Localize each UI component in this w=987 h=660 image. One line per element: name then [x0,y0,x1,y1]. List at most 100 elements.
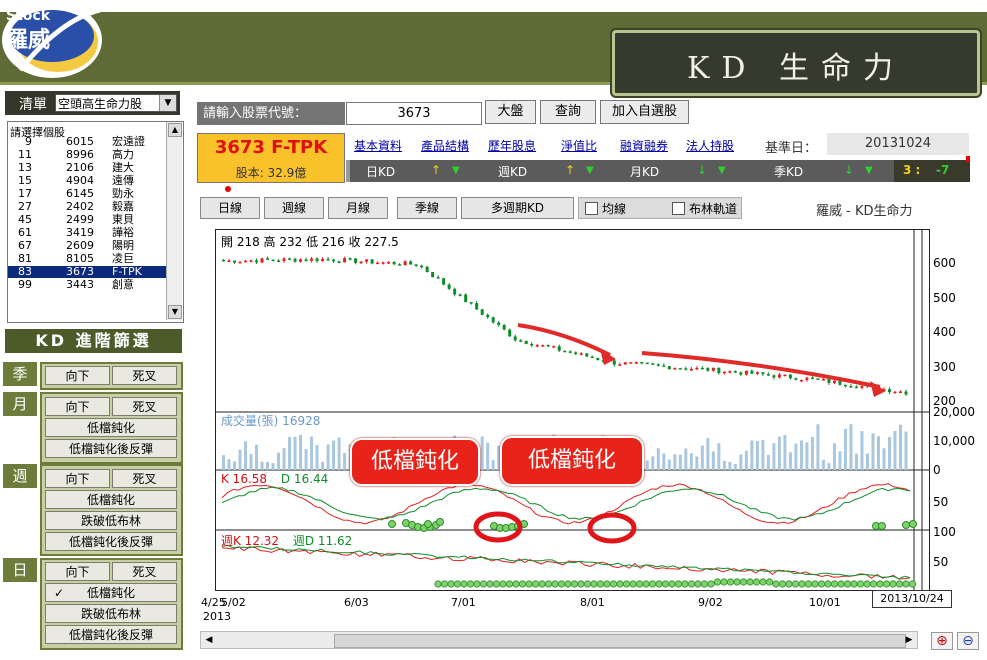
market-button[interactable]: 大盤 [485,100,536,124]
list-select[interactable]: 空頭高生命力股 ▼ [55,94,177,112]
day-down-button[interactable]: 向下 [45,562,110,581]
volume-bar [893,430,897,470]
volume-bar [244,441,248,470]
volume-tick: 0 [933,463,941,477]
volume-bar [310,436,314,470]
ma-checkbox[interactable] [585,202,598,215]
candle-body [557,346,561,351]
volume-bar [678,454,682,470]
stock-list-scrollbar[interactable]: ▲ ▼ [166,122,182,320]
candle-body [233,260,237,263]
kd-day-values: K 16.58 D 16.44 [221,472,328,486]
stock-list-item[interactable]: 61 3419 譁裕 [8,227,168,239]
day-deathcross-button[interactable]: 死叉 [112,562,177,581]
stock-list-item[interactable]: 13 2106 建大 [8,162,168,174]
scroll-up-icon[interactable]: ▲ [168,123,182,137]
stock-list-item[interactable]: 11 8996 高力 [8,149,168,161]
low-dull-dot [629,580,637,588]
status-dot [225,186,231,192]
low-dull-dot [460,580,468,588]
volume-bar [700,445,704,470]
season-deathcross-button[interactable]: 死叉 [112,366,177,385]
day-low-dull-button[interactable]: ✓ 低檔鈍化 [45,583,177,602]
day-label: 日 [3,558,37,582]
candle-body [277,260,281,262]
kd-week-d-line [221,544,911,580]
low-dull-dot [687,580,696,588]
kd-d-line [221,486,911,521]
stock-rank: 99 [18,278,32,291]
stock-list-item[interactable]: 17 6145 勁永 [8,188,168,200]
logo-title: 羅威 [6,27,51,53]
stock-rank: 27 [18,200,32,213]
chart-scrollbar[interactable]: ◀ ▶ [200,631,918,649]
link-basic-info[interactable]: 基本資料 [354,137,402,154]
stock-list-item[interactable]: 83 3673 F-TPK [8,266,168,278]
candle-body [403,261,407,266]
candle-body [766,374,770,376]
month-down-button[interactable]: 向下 [45,397,110,416]
week-deathcross-button[interactable]: 死叉 [112,469,177,488]
stock-list-item[interactable]: 81 8105 凌巨 [8,253,168,265]
query-button[interactable]: 查詢 [540,100,596,124]
zoom-in-icon[interactable]: ⊕ [931,632,953,650]
volume-bar [843,428,847,470]
kd-tick: 100 [933,525,956,539]
add-watchlist-button[interactable]: 加入自選股 [600,100,689,124]
volume-bar [788,452,792,470]
month-deathcross-button[interactable]: 死叉 [112,397,177,416]
volume-bar [260,461,264,470]
kd-score-neg: -7 [936,163,950,177]
stock-list-item[interactable]: 27 2402 毅嘉 [8,201,168,213]
stock-list-item[interactable]: 45 2499 東貝 [8,214,168,226]
week-below-boll-button[interactable]: 跌破低布林 [45,511,177,530]
candle-body [337,261,341,263]
stock-list-item[interactable]: 15 4904 遠傳 [8,175,168,187]
chevron-down-icon[interactable]: ▼ [159,95,176,111]
tab-season[interactable]: 季線 [397,197,457,219]
week-down-button[interactable]: 向下 [45,469,110,488]
link-pb-ratio[interactable]: 淨值比 [561,137,597,154]
link-margin[interactable]: 融資融券 [620,137,668,154]
stock-list-item[interactable]: 9 6015 宏遠證 [8,136,168,148]
month-low-dull-rebound-button[interactable]: 低檔鈍化後反彈 [45,439,177,458]
low-dull-dot [908,580,917,588]
link-dividends[interactable]: 歷年股息 [488,137,536,154]
candle-body [843,384,847,387]
stock-list[interactable]: 請選擇個股 9 6015 宏遠證 11 8996 高力 13 2106 建大 15 4904 遠傳 17… [7,121,184,323]
low-dull-dot [479,580,488,588]
zoom-out-icon[interactable]: ⊖ [957,632,979,650]
candle-body [755,372,759,374]
volume-bar [865,453,869,470]
volume-bar [706,438,710,470]
link-product-structure[interactable]: 產品結構 [421,137,469,154]
low-dull-dot [434,580,442,588]
month-low-dull-button[interactable]: 低檔鈍化 [45,418,177,437]
scroll-down-icon[interactable]: ▼ [168,305,182,319]
kd-month-label: 月KD [630,165,660,179]
week-low-dull-rebound-button[interactable]: 低檔鈍化後反彈 [45,532,177,551]
tab-month[interactable]: 月線 [328,197,388,219]
scroll-right-icon[interactable]: ▶ [901,632,917,648]
week-low-dull-button[interactable]: 低檔鈍化 [45,490,177,509]
scroll-thumb[interactable] [334,634,906,648]
tab-day[interactable]: 日線 [200,197,260,219]
scroll-left-icon[interactable]: ◀ [201,632,217,648]
low-dull-dot [551,580,559,588]
link-institutional[interactable]: 法人持股 [686,137,734,154]
season-down-button[interactable]: 向下 [45,366,110,385]
stock-code-input[interactable]: 3673 [346,102,482,125]
stock-capital: 股本: 32.9億 [235,166,307,180]
tab-multi-period-kd[interactable]: 多週期KD [461,197,574,219]
day-low-dull-rebound-button[interactable]: 低檔鈍化後反彈 [45,625,177,644]
stock-list-item[interactable]: 99 3443 創意 [8,279,168,291]
stock-code: 3443 [66,278,94,291]
base-date-label: 基準日： [765,141,818,156]
day-below-boll-button[interactable]: 跌破低布林 [45,604,177,623]
volume-bar [898,424,902,470]
stock-code: 3419 [66,226,94,239]
stock-list-item[interactable]: 67 2609 陽明 [8,240,168,252]
boll-checkbox[interactable] [672,202,685,215]
tab-week[interactable]: 週線 [264,197,324,219]
low-dull-dot [726,578,735,586]
